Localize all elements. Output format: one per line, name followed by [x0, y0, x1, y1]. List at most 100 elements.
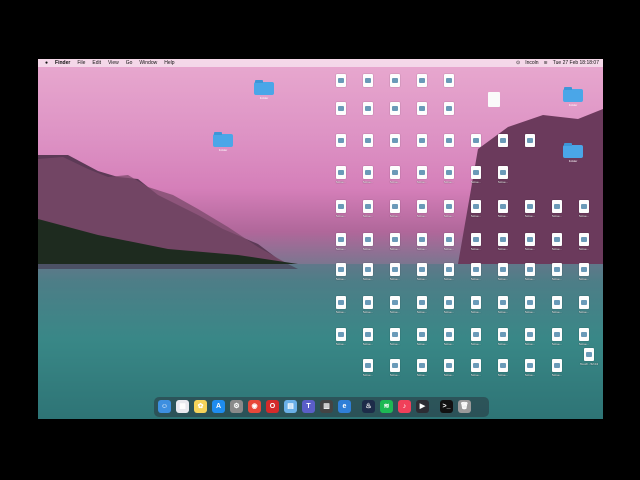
screenshot-file[interactable]: Scree... — [331, 199, 351, 220]
screenshot-file[interactable]: Scree... — [412, 199, 432, 220]
screenshot-file[interactable]: Scree... — [466, 262, 486, 283]
screenshot-file[interactable]: Scree... — [412, 358, 432, 379]
menu-window[interactable]: Window — [139, 59, 157, 67]
finder-icon[interactable]: ☺ — [158, 400, 171, 413]
menu-file[interactable]: File — [77, 59, 85, 67]
screenshot-file[interactable]: Scree... — [358, 327, 378, 348]
screenshot-file[interactable]: Scree... — [439, 232, 459, 253]
screenshot-file[interactable]: Scree... — [520, 358, 540, 379]
screenshot-file[interactable] — [331, 101, 351, 122]
screenshot-file[interactable]: Scree... — [547, 199, 567, 220]
settings-icon[interactable]: ⚙ — [230, 400, 243, 413]
chrome-icon[interactable]: ◉ — [248, 400, 261, 413]
status-icon[interactable]: ⊙ — [516, 59, 520, 67]
menu-help[interactable]: Help — [164, 59, 174, 67]
screenshot-file[interactable]: Scree... — [547, 327, 567, 348]
desktop-folder[interactable]: Folder — [563, 142, 583, 163]
screenshot-file[interactable] — [439, 133, 459, 154]
text-document-icon[interactable] — [488, 92, 500, 107]
screenshot-file[interactable]: Scree... — [412, 232, 432, 253]
desktop-folder[interactable]: Folder — [254, 79, 274, 100]
music-icon[interactable]: ♪ — [398, 400, 411, 413]
screenshot-file[interactable] — [412, 133, 432, 154]
screenshot-file[interactable]: Scree... — [466, 165, 486, 186]
screenshot-file[interactable]: Scree... — [358, 199, 378, 220]
screenshot-file[interactable]: Scree... — [520, 295, 540, 316]
screenshot-file[interactable]: Scree... — [358, 165, 378, 186]
screenshot-file[interactable]: Scree... — [547, 358, 567, 379]
screenshot-file[interactable]: Scree... — [574, 327, 594, 348]
screenshot-file[interactable] — [358, 133, 378, 154]
screenshot-file[interactable]: Scree... — [358, 295, 378, 316]
screenshot-file[interactable]: Scree... — [574, 199, 594, 220]
apple-icon[interactable]: ● — [45, 59, 48, 67]
screenshot-file[interactable]: Scree... — [547, 232, 567, 253]
screenshot-file[interactable] — [439, 101, 459, 122]
screenshot-file[interactable] — [412, 101, 432, 122]
screenshot-file[interactable]: Scree... — [439, 358, 459, 379]
screenshot-file[interactable]: Scree... — [358, 232, 378, 253]
screenshot-file[interactable]: Scree... — [331, 327, 351, 348]
screenshot-file[interactable]: Scree... — [520, 327, 540, 348]
screenshot-file[interactable]: Scree... — [493, 232, 513, 253]
screenshot-file[interactable] — [358, 73, 378, 94]
teams-icon[interactable]: T — [302, 400, 315, 413]
screenshot-file[interactable]: Scree... — [439, 327, 459, 348]
screenshot-file[interactable] — [439, 73, 459, 94]
screenshot-file[interactable]: Scree... — [520, 199, 540, 220]
clock[interactable]: Tue 27 Feb 18:18:07 — [553, 59, 599, 67]
screenshot-file[interactable]: Scree... — [547, 262, 567, 283]
screenshot-file[interactable]: Scree... — [520, 232, 540, 253]
screenshot-file[interactable] — [412, 73, 432, 94]
screenshot-file[interactable] — [358, 101, 378, 122]
screenshot-file[interactable] — [466, 133, 486, 154]
screenshot-file[interactable]: Scree... — [547, 295, 567, 316]
screenshot-file[interactable]: Scree... — [574, 262, 594, 283]
screenshot-file[interactable]: Scree... — [466, 358, 486, 379]
screenshot-file[interactable]: Scree... — [412, 262, 432, 283]
opera-icon[interactable]: O — [266, 400, 279, 413]
screenshot-file[interactable]: Scree... — [439, 199, 459, 220]
screenshot-file[interactable]: Scree... — [385, 165, 405, 186]
screenshot-file[interactable]: Scree... — [331, 262, 351, 283]
screenshot-file[interactable] — [493, 133, 513, 154]
screenshot-file[interactable]: Scree... — [493, 358, 513, 379]
desktop-folder[interactable]: Folder — [213, 131, 233, 152]
screenshot-file[interactable]: Scree... — [493, 262, 513, 283]
screenshot-file[interactable]: Scree... — [439, 295, 459, 316]
menu-go[interactable]: Go — [126, 59, 133, 67]
screenshot-file[interactable]: Scree... — [493, 295, 513, 316]
desktop-folder[interactable]: Folder — [563, 86, 583, 107]
screenshot-file[interactable]: Scree... — [331, 165, 351, 186]
menu-view[interactable]: View — [108, 59, 119, 67]
screenshot-file[interactable]: Scree... — [331, 232, 351, 253]
screenshot-file[interactable]: Scree... — [466, 232, 486, 253]
screenshot-file[interactable] — [385, 73, 405, 94]
screenshot-file[interactable]: Scree... — [358, 262, 378, 283]
screenshot-file[interactable]: Scree... — [439, 165, 459, 186]
screenshot-file[interactable]: Scree... — [412, 165, 432, 186]
screenshot-file[interactable] — [385, 101, 405, 122]
screenshot-file[interactable]: Scree... — [358, 358, 378, 379]
screenshot-file[interactable]: Scree... — [331, 295, 351, 316]
menu-app-name[interactable]: Finder — [55, 59, 70, 67]
status-text[interactable]: Incoln — [525, 59, 538, 67]
photos-icon[interactable]: ✿ — [194, 400, 207, 413]
quicktime-icon[interactable]: ▶ — [416, 400, 429, 413]
screenshot-file[interactable]: Scree... — [466, 295, 486, 316]
screenshot-file[interactable]: Scree... — [385, 327, 405, 348]
preview-icon[interactable]: ▤ — [284, 400, 297, 413]
screenshot-file[interactable]: Scree... — [520, 262, 540, 283]
app-store-icon[interactable]: A — [212, 400, 225, 413]
launchpad-icon[interactable]: ▦ — [176, 400, 189, 413]
screenshot-file[interactable]: Scree... — [385, 262, 405, 283]
screenshot-file[interactable]: Scree... — [574, 295, 594, 316]
screenshot-file[interactable]: Scree... — [439, 262, 459, 283]
screenshot-file[interactable] — [331, 73, 351, 94]
terminal-icon[interactable]: >_ — [440, 400, 453, 413]
screenshot-file[interactable]: Scree... — [466, 327, 486, 348]
screenshot-file[interactable]: Scree... — [385, 199, 405, 220]
steam-icon[interactable]: ♨ — [362, 400, 375, 413]
screenshot-file[interactable] — [385, 133, 405, 154]
trash-icon[interactable]: 🗑 — [458, 400, 471, 413]
